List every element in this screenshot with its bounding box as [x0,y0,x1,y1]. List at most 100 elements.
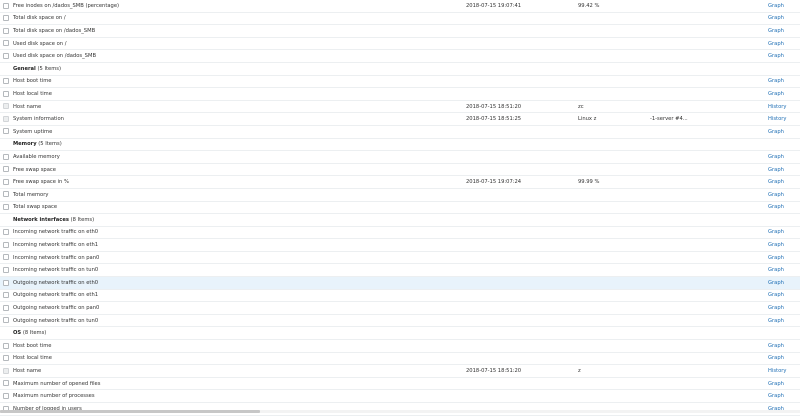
last-check-time: 2018-07-15 18:51:20 [466,103,522,110]
graph-link[interactable]: Graph [768,15,784,21]
row-checkbox[interactable] [3,241,9,248]
history-link[interactable]: History [768,116,786,122]
graph-link[interactable]: Graph [768,242,784,248]
group-title: General (5 Items) [13,66,61,72]
history-link[interactable]: History [768,368,786,374]
group-header-row: OS (8 Items) [0,327,800,341]
row-checkbox[interactable] [3,166,9,173]
row-checkbox[interactable] [3,292,9,299]
row-checkbox[interactable] [3,2,9,9]
item-name: Free inodes on /dados_SMB (percentage) [13,2,120,9]
last-check-time: 2018-07-15 19:07:24 [466,179,522,186]
group-header-row: General (5 Items) [0,63,800,76]
table-row: Outgoing network traffic on eth1 Graph [0,290,800,303]
graph-link[interactable]: Graph [768,305,784,311]
item-name: Host name [13,103,42,110]
graph-link[interactable]: Graph [768,280,784,286]
last-value: 99.99 % [578,179,600,186]
table-row: Free swap space Graph [0,164,800,177]
graph-link[interactable]: Graph [768,229,784,235]
table-row: Host name 2018-07-15 18:51:20 z History [0,365,800,378]
table-row: Incoming network traffic on tun0 Graph [0,264,800,278]
graph-link[interactable]: Graph [768,167,784,173]
row-checkbox[interactable] [3,266,9,273]
table-row: Used disk space on / Graph [0,38,800,51]
group-name: OS [13,330,22,337]
row-checkbox[interactable] [3,15,9,22]
item-name: Free swap space in % [13,179,69,186]
row-checkbox[interactable] [3,178,9,185]
graph-link[interactable]: Graph [768,78,784,84]
last-value: 99.42 % [578,2,600,9]
row-checkbox[interactable] [3,191,9,198]
table-row: Incoming network traffic on eth0 Graph [0,227,800,240]
row-checkbox[interactable] [3,392,9,399]
row-checkbox[interactable] [3,204,9,210]
group-name: Memory [13,141,37,148]
graph-link[interactable]: Graph [768,318,784,324]
history-link[interactable]: History [768,104,786,110]
table-row: Maximum number of opened files Graph [0,378,800,391]
graph-link[interactable]: Graph [768,91,784,97]
item-name: Host boot time [13,342,52,349]
graph-link[interactable]: Graph [768,53,784,59]
graph-link[interactable]: Graph [768,255,784,261]
table-row: Maximum number of processes Graph [0,390,800,403]
table-row: Total disk space on /dados_SMB Graph [0,25,800,38]
row-checkbox[interactable] [3,128,9,135]
row-checkbox [3,103,9,110]
graph-link[interactable]: Graph [768,204,784,210]
group-title: Memory (5 Items) [13,141,62,147]
table-row: Used disk space on /dados_SMB Graph [0,50,800,63]
row-checkbox[interactable] [3,78,9,85]
table-row: Incoming network traffic on pan0 Graph [0,252,800,265]
item-name: Total disk space on / [13,15,66,22]
last-check-time: 2018-07-15 19:07:41 [466,2,522,9]
table-row: Available memory Graph [0,151,800,164]
row-checkbox[interactable] [3,90,9,97]
row-checkbox[interactable] [3,40,9,47]
row-checkbox[interactable] [3,153,9,160]
graph-link[interactable]: Graph [768,129,784,135]
item-name: Host local time [13,355,52,362]
row-checkbox[interactable] [3,27,9,34]
table-row: Outgoing network traffic on pan0 Graph [0,302,800,315]
table-row: Free inodes on /dados_SMB (percentage) 20… [0,0,800,13]
row-checkbox[interactable] [3,380,9,387]
graph-link[interactable]: Graph [768,154,784,160]
item-name: Incoming network traffic on pan0 [13,254,100,261]
item-name: Outgoing network traffic on eth0 [13,279,99,286]
item-name: Maximum number of processes [13,393,95,400]
item-name: Outgoing network traffic on tun0 [13,317,99,324]
row-checkbox[interactable] [3,317,9,324]
graph-link[interactable]: Graph [768,179,784,185]
row-checkbox[interactable] [3,52,9,59]
graph-link[interactable]: Graph [768,192,784,198]
graph-link[interactable]: Graph [768,28,784,34]
item-name: System information [13,116,64,123]
graph-link[interactable]: Graph [768,41,784,47]
row-checkbox[interactable] [3,342,9,349]
graph-link[interactable]: Graph [768,355,784,361]
row-checkbox[interactable] [3,355,9,362]
row-checkbox[interactable] [3,254,9,261]
change-value: -1-server #4... [650,116,688,123]
group-header-row: Network interfaces (8 Items) [0,214,800,227]
graph-link[interactable]: Graph [768,3,784,9]
graph-link[interactable]: Graph [768,393,784,399]
graph-link[interactable]: Graph [768,292,784,298]
table-row: Host boot time Graph [0,340,800,353]
graph-link[interactable]: Graph [768,267,784,273]
group-title: OS (8 Items) [13,330,46,336]
last-value: Linux z [578,116,597,123]
row-checkbox[interactable] [3,304,9,311]
item-name: Maximum number of opened files [13,380,101,387]
table-row: Incoming network traffic on eth1 Graph [0,239,800,252]
graph-link[interactable]: Graph [768,343,784,349]
row-checkbox[interactable] [3,279,9,286]
last-value: zc [578,103,584,110]
graph-link[interactable]: Graph [768,381,784,387]
last-check-time: 2018-07-15 18:51:25 [466,116,522,123]
row-checkbox[interactable] [3,229,9,236]
group-title: Network interfaces (8 Items) [13,217,94,223]
